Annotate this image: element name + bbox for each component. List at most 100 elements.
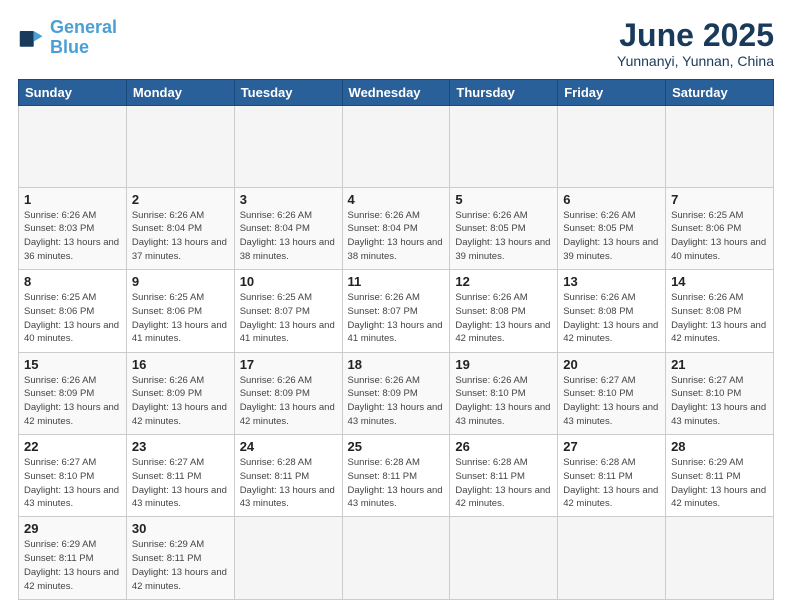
- day-number: 9: [132, 274, 229, 289]
- calendar-week-0: [19, 106, 774, 187]
- day-number: 22: [24, 439, 121, 454]
- day-info: Sunrise: 6:26 AMSunset: 8:10 PMDaylight:…: [455, 374, 552, 429]
- calendar-cell: 18 Sunrise: 6:26 AMSunset: 8:09 PMDayligh…: [342, 352, 450, 434]
- day-number: 25: [348, 439, 445, 454]
- calendar-cell: 27 Sunrise: 6:28 AMSunset: 8:11 PMDayligh…: [558, 434, 666, 516]
- header-sunday: Sunday: [19, 80, 127, 106]
- header-wednesday: Wednesday: [342, 80, 450, 106]
- day-info: Sunrise: 6:27 AMSunset: 8:11 PMDaylight:…: [132, 456, 229, 511]
- day-number: 12: [455, 274, 552, 289]
- day-number: 29: [24, 521, 121, 536]
- day-number: 30: [132, 521, 229, 536]
- day-number: 18: [348, 357, 445, 372]
- day-info: Sunrise: 6:25 AMSunset: 8:07 PMDaylight:…: [240, 291, 337, 346]
- calendar-cell: 13Sunrise: 6:26 AMSunset: 8:08 PMDayligh…: [558, 270, 666, 352]
- day-info: Sunrise: 6:28 AMSunset: 8:11 PMDaylight:…: [348, 456, 445, 511]
- calendar-cell: 7Sunrise: 6:25 AMSunset: 8:06 PMDaylight…: [666, 187, 774, 269]
- day-number: 1: [24, 192, 121, 207]
- day-info: Sunrise: 6:29 AMSunset: 8:11 PMDaylight:…: [671, 456, 768, 511]
- calendar-cell: 23 Sunrise: 6:27 AMSunset: 8:11 PMDayligh…: [126, 434, 234, 516]
- calendar-cell: 21 Sunrise: 6:27 AMSunset: 8:10 PMDayligh…: [666, 352, 774, 434]
- day-info: Sunrise: 6:25 AMSunset: 8:06 PMDaylight:…: [671, 209, 768, 264]
- calendar-cell: [558, 106, 666, 187]
- calendar-cell: 11 Sunrise: 6:26 AMSunset: 8:07 PMDayligh…: [342, 270, 450, 352]
- calendar-cell: 25 Sunrise: 6:28 AMSunset: 8:11 PMDayligh…: [342, 434, 450, 516]
- day-info: Sunrise: 6:29 AMSunset: 8:11 PMDaylight:…: [24, 538, 121, 593]
- calendar-header-row: Sunday Monday Tuesday Wednesday Thursday…: [19, 80, 774, 106]
- calendar-cell: 14Sunrise: 6:26 AMSunset: 8:08 PMDayligh…: [666, 270, 774, 352]
- day-info: Sunrise: 6:26 AMSunset: 8:04 PMDaylight:…: [348, 209, 445, 264]
- page: General Blue June 2025 Yunnanyi, Yunnan,…: [0, 0, 792, 612]
- logo-text: General Blue: [50, 18, 117, 58]
- calendar-cell: 6 Sunrise: 6:26 AMSunset: 8:05 PMDaylight…: [558, 187, 666, 269]
- day-number: 23: [132, 439, 229, 454]
- day-info: Sunrise: 6:26 AMSunset: 8:04 PMDaylight:…: [132, 209, 229, 264]
- day-number: 3: [240, 192, 337, 207]
- calendar-week-2: 8 Sunrise: 6:25 AMSunset: 8:06 PMDaylight…: [19, 270, 774, 352]
- logo-general: General: [50, 17, 117, 37]
- day-info: Sunrise: 6:26 AMSunset: 8:08 PMDaylight:…: [563, 291, 660, 346]
- calendar-cell: [450, 106, 558, 187]
- calendar-cell: 26Sunrise: 6:28 AMSunset: 8:11 PMDayligh…: [450, 434, 558, 516]
- day-number: 27: [563, 439, 660, 454]
- day-number: 20: [563, 357, 660, 372]
- calendar-table: Sunday Monday Tuesday Wednesday Thursday…: [18, 79, 774, 600]
- day-number: 4: [348, 192, 445, 207]
- day-info: Sunrise: 6:26 AMSunset: 8:04 PMDaylight:…: [240, 209, 337, 264]
- calendar-cell: [234, 106, 342, 187]
- calendar-cell: 9 Sunrise: 6:25 AMSunset: 8:06 PMDaylight…: [126, 270, 234, 352]
- calendar-cell: 22Sunrise: 6:27 AMSunset: 8:10 PMDayligh…: [19, 434, 127, 516]
- calendar-cell: 3 Sunrise: 6:26 AMSunset: 8:04 PMDaylight…: [234, 187, 342, 269]
- logo-blue: Blue: [50, 37, 89, 57]
- day-info: Sunrise: 6:26 AMSunset: 8:03 PMDaylight:…: [24, 209, 121, 264]
- calendar-cell: 20Sunrise: 6:27 AMSunset: 8:10 PMDayligh…: [558, 352, 666, 434]
- calendar-cell: 4 Sunrise: 6:26 AMSunset: 8:04 PMDaylight…: [342, 187, 450, 269]
- calendar-cell: 15 Sunrise: 6:26 AMSunset: 8:09 PMDayligh…: [19, 352, 127, 434]
- day-number: 28: [671, 439, 768, 454]
- calendar-cell: [19, 106, 127, 187]
- calendar-cell: 17 Sunrise: 6:26 AMSunset: 8:09 PMDayligh…: [234, 352, 342, 434]
- day-info: Sunrise: 6:26 AMSunset: 8:09 PMDaylight:…: [24, 374, 121, 429]
- day-number: 21: [671, 357, 768, 372]
- calendar-cell: 16Sunrise: 6:26 AMSunset: 8:09 PMDayligh…: [126, 352, 234, 434]
- calendar-cell: [558, 517, 666, 600]
- day-number: 24: [240, 439, 337, 454]
- day-info: Sunrise: 6:25 AMSunset: 8:06 PMDaylight:…: [132, 291, 229, 346]
- calendar-week-4: 22Sunrise: 6:27 AMSunset: 8:10 PMDayligh…: [19, 434, 774, 516]
- month-title: June 2025: [617, 18, 774, 53]
- header-tuesday: Tuesday: [234, 80, 342, 106]
- day-info: Sunrise: 6:28 AMSunset: 8:11 PMDaylight:…: [455, 456, 552, 511]
- day-number: 6: [563, 192, 660, 207]
- calendar-cell: 1 Sunrise: 6:26 AMSunset: 8:03 PMDaylight…: [19, 187, 127, 269]
- calendar-cell: [126, 106, 234, 187]
- day-number: 2: [132, 192, 229, 207]
- day-info: Sunrise: 6:26 AMSunset: 8:08 PMDaylight:…: [455, 291, 552, 346]
- title-block: June 2025 Yunnanyi, Yunnan, China: [617, 18, 774, 69]
- calendar-cell: [666, 106, 774, 187]
- calendar-week-5: 29 Sunrise: 6:29 AMSunset: 8:11 PMDayligh…: [19, 517, 774, 600]
- day-info: Sunrise: 6:26 AMSunset: 8:05 PMDaylight:…: [563, 209, 660, 264]
- calendar-week-1: 1 Sunrise: 6:26 AMSunset: 8:03 PMDaylight…: [19, 187, 774, 269]
- calendar-cell: [450, 517, 558, 600]
- day-info: Sunrise: 6:28 AMSunset: 8:11 PMDaylight:…: [563, 456, 660, 511]
- day-number: 15: [24, 357, 121, 372]
- day-number: 5: [455, 192, 552, 207]
- calendar-cell: 12 Sunrise: 6:26 AMSunset: 8:08 PMDayligh…: [450, 270, 558, 352]
- day-info: Sunrise: 6:26 AMSunset: 8:09 PMDaylight:…: [348, 374, 445, 429]
- day-number: 17: [240, 357, 337, 372]
- day-info: Sunrise: 6:26 AMSunset: 8:09 PMDaylight:…: [240, 374, 337, 429]
- calendar-cell: 2 Sunrise: 6:26 AMSunset: 8:04 PMDaylight…: [126, 187, 234, 269]
- calendar-cell: 8 Sunrise: 6:25 AMSunset: 8:06 PMDaylight…: [19, 270, 127, 352]
- day-number: 11: [348, 274, 445, 289]
- calendar-cell: 10Sunrise: 6:25 AMSunset: 8:07 PMDayligh…: [234, 270, 342, 352]
- day-info: Sunrise: 6:27 AMSunset: 8:10 PMDaylight:…: [671, 374, 768, 429]
- day-info: Sunrise: 6:26 AMSunset: 8:07 PMDaylight:…: [348, 291, 445, 346]
- location-subtitle: Yunnanyi, Yunnan, China: [617, 53, 774, 69]
- header-friday: Friday: [558, 80, 666, 106]
- day-number: 14: [671, 274, 768, 289]
- day-number: 16: [132, 357, 229, 372]
- header-thursday: Thursday: [450, 80, 558, 106]
- day-info: Sunrise: 6:25 AMSunset: 8:06 PMDaylight:…: [24, 291, 121, 346]
- logo-icon: [18, 24, 46, 52]
- day-number: 8: [24, 274, 121, 289]
